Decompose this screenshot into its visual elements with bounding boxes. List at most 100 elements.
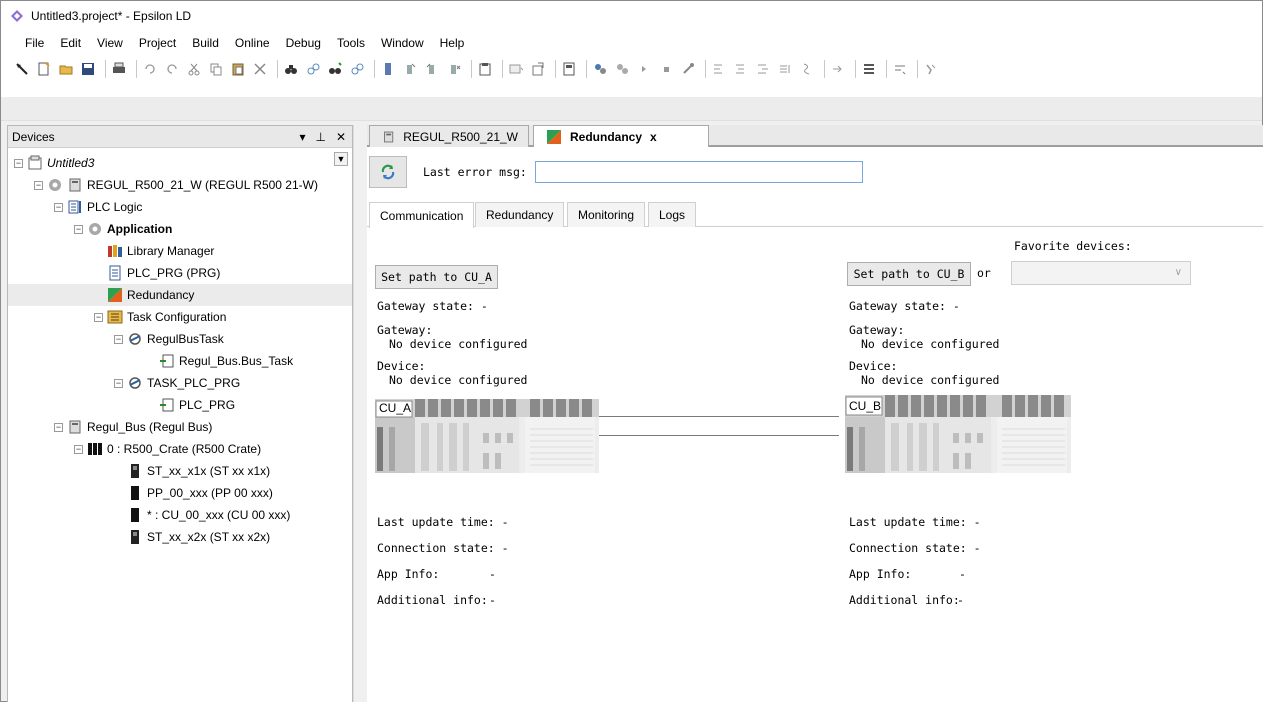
collapse-icon[interactable]: − — [114, 334, 123, 344]
force-values-icon[interactable] — [860, 60, 878, 78]
tree-item-project[interactable]: − Untitled3 — [8, 152, 352, 174]
collapse-icon[interactable]: − — [114, 378, 123, 388]
tree-item-library-manager[interactable]: Library Manager — [8, 240, 352, 262]
tree-item-r500-crate[interactable]: − 0 : R500_Crate (R500 Crate) — [8, 438, 352, 460]
export-icon[interactable] — [529, 60, 547, 78]
tree-item-redundancy[interactable]: Redundancy — [8, 284, 352, 306]
cu-b-gateway-state: Gateway state: - — [849, 299, 960, 313]
collapse-icon[interactable]: − — [54, 202, 63, 212]
tree-item-regul-bus-task[interactable]: Regul_Bus.Bus_Task — [8, 350, 352, 372]
close-panel-icon[interactable]: ✕ — [336, 130, 346, 144]
collapse-icon[interactable]: − — [74, 444, 83, 454]
tab-logs[interactable]: Logs — [648, 202, 697, 227]
clipboard-icon[interactable] — [476, 60, 494, 78]
menu-online[interactable]: Online — [227, 31, 278, 55]
collapse-icon[interactable]: − — [74, 224, 83, 234]
reset-icon[interactable] — [679, 60, 697, 78]
bookmark-prev-icon[interactable] — [423, 60, 441, 78]
tree-item-plc-prg[interactable]: PLC_PRG (PRG) — [8, 262, 352, 284]
set-path-cu-a-button[interactable]: Set path to CU_A — [375, 265, 498, 289]
tab-redundancy-sub[interactable]: Redundancy — [475, 202, 565, 227]
tree-item-cu-00[interactable]: * : CU_00_xxx (CU 00 xxx) — [8, 504, 352, 526]
tree-item-pp-00[interactable]: PP_00_xxx (PP 00 xxx) — [8, 482, 352, 504]
step-out-icon[interactable] — [754, 60, 772, 78]
menu-build[interactable]: Build — [184, 31, 227, 55]
find-next-icon[interactable] — [326, 60, 344, 78]
new-project-icon[interactable] — [35, 60, 53, 78]
paste-icon[interactable] — [229, 60, 247, 78]
menu-debug[interactable]: Debug — [278, 31, 329, 55]
menu-project[interactable]: Project — [131, 31, 184, 55]
write-values-icon[interactable] — [891, 60, 909, 78]
tree-label: Untitled3 — [47, 156, 95, 170]
menu-help[interactable]: Help — [432, 31, 473, 55]
run-to-cursor-icon[interactable] — [776, 60, 794, 78]
login-icon[interactable] — [591, 60, 609, 78]
print-icon[interactable] — [110, 60, 128, 78]
find-icon[interactable] — [282, 60, 300, 78]
redo-icon[interactable] — [163, 60, 181, 78]
program-icon — [109, 265, 121, 281]
tab-label: Redundancy — [486, 208, 554, 222]
build-menu-icon[interactable] — [507, 60, 525, 78]
panel-menu-icon[interactable]: ▾ — [299, 130, 305, 144]
cu-b-device-label: Device: — [849, 359, 898, 373]
tree-item-st-x1x[interactable]: ST_xx_x1x (ST xx x1x) — [8, 460, 352, 482]
collapse-icon[interactable]: − — [34, 180, 43, 190]
cu-a-connection-state: Connection state: - — [377, 541, 509, 555]
refresh-button[interactable] — [369, 156, 407, 188]
tree-item-task-configuration[interactable]: − Task Configuration — [8, 306, 352, 328]
step-over-icon[interactable] — [710, 60, 728, 78]
breakpoint-icon[interactable] — [922, 60, 940, 78]
collapse-icon[interactable]: − — [14, 158, 23, 168]
tree-item-task-plc-prg[interactable]: − TASK_PLC_PRG — [8, 372, 352, 394]
bookmark-next-icon[interactable] — [401, 60, 419, 78]
tab-monitoring[interactable]: Monitoring — [567, 202, 646, 227]
undo-icon[interactable] — [141, 60, 159, 78]
tab-regul-r500[interactable]: REGUL_R500_21_W — [369, 125, 529, 147]
tree-item-application[interactable]: − Application — [8, 218, 352, 240]
bookmark-icon[interactable] — [379, 60, 397, 78]
cut-icon[interactable] — [185, 60, 203, 78]
arrow-right-icon[interactable] — [829, 60, 847, 78]
collapse-icon[interactable]: − — [94, 312, 103, 322]
tree-item-device[interactable]: − REGUL_R500_21_W (REGUL R500 21-W) — [8, 174, 352, 196]
menu-view[interactable]: View — [89, 31, 131, 55]
replace-icon[interactable] — [304, 60, 322, 78]
pin-icon[interactable]: ⊥ — [315, 130, 325, 144]
tab-redundancy[interactable]: Redundancy x — [533, 125, 709, 147]
menu-tools[interactable]: Tools — [329, 31, 373, 55]
tree-label: ST_xx_x2x (ST xx x2x) — [147, 530, 271, 544]
delete-icon[interactable] — [251, 60, 269, 78]
tab-label: REGUL_R500_21_W — [403, 129, 518, 144]
tree-item-regul-bus[interactable]: − Regul_Bus (Regul Bus) — [8, 416, 352, 438]
tab-communication[interactable]: Communication — [369, 202, 475, 228]
stop-icon[interactable] — [657, 60, 675, 78]
open-folder-icon[interactable] — [57, 60, 75, 78]
last-error-field[interactable] — [534, 161, 863, 183]
bookmark-clear-icon[interactable] — [445, 60, 463, 78]
tree-item-plc-prg-call[interactable]: PLC_PRG — [8, 394, 352, 416]
close-tab-icon[interactable]: x — [650, 130, 657, 144]
button-label: Set path to CU_A — [381, 270, 492, 284]
calculator-icon[interactable] — [560, 60, 578, 78]
set-path-cu-b-button[interactable]: Set path to CU_B — [847, 262, 971, 286]
tree-item-regulbustask[interactable]: − RegulBusTask — [8, 328, 352, 350]
pointer-icon[interactable] — [13, 60, 31, 78]
menu-file[interactable]: File — [17, 31, 52, 55]
collapse-icon[interactable]: − — [54, 422, 63, 432]
panel-splitter[interactable] — [353, 125, 367, 702]
find-prev-icon[interactable] — [348, 60, 366, 78]
menu-edit[interactable]: Edit — [52, 31, 89, 55]
tree-item-st-x2x[interactable]: ST_xx_x2x (ST xx x2x) — [8, 526, 352, 548]
logout-icon[interactable] — [613, 60, 631, 78]
save-icon[interactable] — [79, 60, 97, 78]
copy-icon[interactable] — [207, 60, 225, 78]
menu-window[interactable]: Window — [373, 31, 432, 55]
step-into-icon[interactable] — [732, 60, 750, 78]
run-icon[interactable] — [635, 60, 653, 78]
favorite-devices-dropdown[interactable]: ∨ — [1011, 261, 1191, 285]
cu-a-device-value: No device configured — [389, 373, 528, 387]
tree-item-plc-logic[interactable]: − PLC Logic — [8, 196, 352, 218]
next-statement-icon[interactable] — [798, 60, 816, 78]
